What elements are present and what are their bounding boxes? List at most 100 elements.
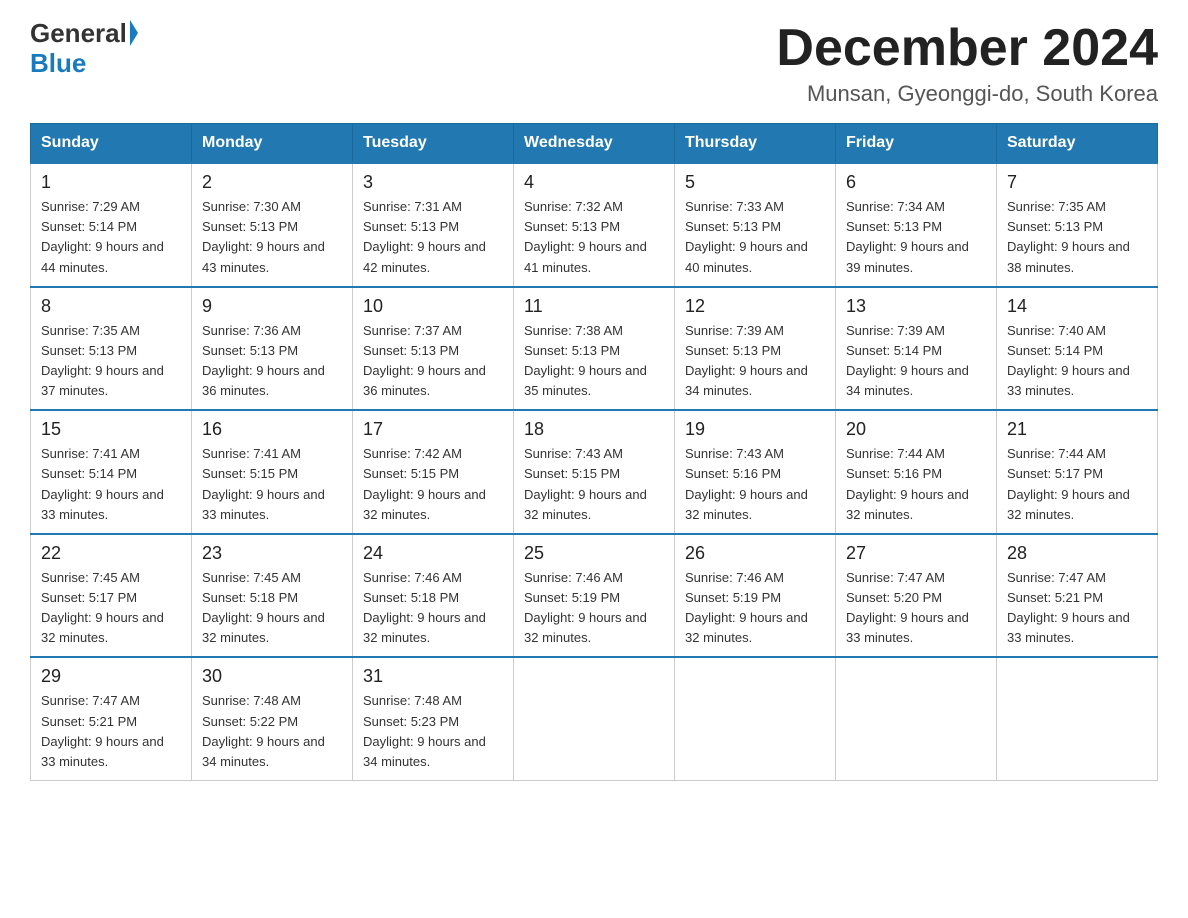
day-info: Sunrise: 7:41 AMSunset: 5:14 PMDaylight:… — [41, 446, 164, 521]
day-number: 7 — [1007, 172, 1147, 193]
day-cell: 17Sunrise: 7:42 AMSunset: 5:15 PMDayligh… — [353, 410, 514, 534]
day-number: 9 — [202, 296, 342, 317]
day-cell: 21Sunrise: 7:44 AMSunset: 5:17 PMDayligh… — [997, 410, 1158, 534]
day-info: Sunrise: 7:48 AMSunset: 5:23 PMDaylight:… — [363, 693, 486, 768]
calendar-title: December 2024 — [776, 20, 1158, 77]
day-cell: 27 Sunrise: 7:47 AMSunset: 5:20 PMDayligh… — [836, 534, 997, 658]
day-cell: 6 Sunrise: 7:34 AMSunset: 5:13 PMDaylight… — [836, 163, 997, 287]
day-number: 6 — [846, 172, 986, 193]
day-number: 2 — [202, 172, 342, 193]
day-number: 14 — [1007, 296, 1147, 317]
day-cell: 29Sunrise: 7:47 AMSunset: 5:21 PMDayligh… — [31, 657, 192, 780]
day-info: Sunrise: 7:32 AMSunset: 5:13 PMDaylight:… — [524, 199, 647, 274]
day-number: 11 — [524, 296, 664, 317]
day-cell: 10 Sunrise: 7:37 AMSunset: 5:13 PMDayligh… — [353, 287, 514, 411]
logo-general-text: General — [30, 20, 127, 46]
day-info: Sunrise: 7:43 AMSunset: 5:16 PMDaylight:… — [685, 446, 808, 521]
day-cell: 15Sunrise: 7:41 AMSunset: 5:14 PMDayligh… — [31, 410, 192, 534]
day-cell — [514, 657, 675, 780]
header-cell-monday: Monday — [192, 124, 353, 164]
day-cell: 26Sunrise: 7:46 AMSunset: 5:19 PMDayligh… — [675, 534, 836, 658]
day-number: 13 — [846, 296, 986, 317]
day-number: 30 — [202, 666, 342, 687]
day-number: 5 — [685, 172, 825, 193]
day-info: Sunrise: 7:45 AMSunset: 5:18 PMDaylight:… — [202, 570, 325, 645]
day-info: Sunrise: 7:45 AMSunset: 5:17 PMDaylight:… — [41, 570, 164, 645]
page-header: General Blue December 2024 Munsan, Gyeon… — [30, 20, 1158, 107]
header-cell-tuesday: Tuesday — [353, 124, 514, 164]
header-cell-sunday: Sunday — [31, 124, 192, 164]
day-cell: 8 Sunrise: 7:35 AMSunset: 5:13 PMDaylight… — [31, 287, 192, 411]
day-number: 21 — [1007, 419, 1147, 440]
day-info: Sunrise: 7:39 AMSunset: 5:13 PMDaylight:… — [685, 323, 808, 398]
day-cell: 20Sunrise: 7:44 AMSunset: 5:16 PMDayligh… — [836, 410, 997, 534]
day-number: 1 — [41, 172, 181, 193]
day-info: Sunrise: 7:35 AMSunset: 5:13 PMDaylight:… — [41, 323, 164, 398]
day-info: Sunrise: 7:43 AMSunset: 5:15 PMDaylight:… — [524, 446, 647, 521]
day-number: 8 — [41, 296, 181, 317]
day-cell: 9Sunrise: 7:36 AMSunset: 5:13 PMDaylight… — [192, 287, 353, 411]
calendar-header: SundayMondayTuesdayWednesdayThursdayFrid… — [31, 124, 1158, 164]
day-number: 28 — [1007, 543, 1147, 564]
header-cell-friday: Friday — [836, 124, 997, 164]
week-row-3: 15Sunrise: 7:41 AMSunset: 5:14 PMDayligh… — [31, 410, 1158, 534]
day-info: Sunrise: 7:31 AMSunset: 5:13 PMDaylight:… — [363, 199, 486, 274]
day-cell: 14 Sunrise: 7:40 AMSunset: 5:14 PMDayligh… — [997, 287, 1158, 411]
day-cell: 11 Sunrise: 7:38 AMSunset: 5:13 PMDayligh… — [514, 287, 675, 411]
day-cell — [675, 657, 836, 780]
day-info: Sunrise: 7:44 AMSunset: 5:16 PMDaylight:… — [846, 446, 969, 521]
day-info: Sunrise: 7:46 AMSunset: 5:19 PMDaylight:… — [524, 570, 647, 645]
day-info: Sunrise: 7:40 AMSunset: 5:14 PMDaylight:… — [1007, 323, 1130, 398]
calendar-body: 1 Sunrise: 7:29 AMSunset: 5:14 PMDaylight… — [31, 163, 1158, 780]
logo: General Blue — [30, 20, 138, 79]
day-info: Sunrise: 7:30 AMSunset: 5:13 PMDaylight:… — [202, 199, 325, 274]
day-cell: 16 Sunrise: 7:41 AMSunset: 5:15 PMDayligh… — [192, 410, 353, 534]
header-cell-thursday: Thursday — [675, 124, 836, 164]
day-cell: 13 Sunrise: 7:39 AMSunset: 5:14 PMDayligh… — [836, 287, 997, 411]
day-number: 23 — [202, 543, 342, 564]
day-number: 4 — [524, 172, 664, 193]
day-info: Sunrise: 7:42 AMSunset: 5:15 PMDaylight:… — [363, 446, 486, 521]
day-info: Sunrise: 7:37 AMSunset: 5:13 PMDaylight:… — [363, 323, 486, 398]
week-row-5: 29Sunrise: 7:47 AMSunset: 5:21 PMDayligh… — [31, 657, 1158, 780]
day-info: Sunrise: 7:39 AMSunset: 5:14 PMDaylight:… — [846, 323, 969, 398]
day-number: 3 — [363, 172, 503, 193]
day-info: Sunrise: 7:33 AMSunset: 5:13 PMDaylight:… — [685, 199, 808, 274]
day-info: Sunrise: 7:35 AMSunset: 5:13 PMDaylight:… — [1007, 199, 1130, 274]
day-info: Sunrise: 7:47 AMSunset: 5:21 PMDaylight:… — [41, 693, 164, 768]
calendar-table: SundayMondayTuesdayWednesdayThursdayFrid… — [30, 123, 1158, 781]
day-cell — [836, 657, 997, 780]
day-cell: 31Sunrise: 7:48 AMSunset: 5:23 PMDayligh… — [353, 657, 514, 780]
week-row-4: 22 Sunrise: 7:45 AMSunset: 5:17 PMDayligh… — [31, 534, 1158, 658]
day-cell: 22 Sunrise: 7:45 AMSunset: 5:17 PMDayligh… — [31, 534, 192, 658]
day-number: 18 — [524, 419, 664, 440]
day-cell: 24Sunrise: 7:46 AMSunset: 5:18 PMDayligh… — [353, 534, 514, 658]
day-info: Sunrise: 7:29 AMSunset: 5:14 PMDaylight:… — [41, 199, 164, 274]
day-cell: 25 Sunrise: 7:46 AMSunset: 5:19 PMDayligh… — [514, 534, 675, 658]
day-number: 16 — [202, 419, 342, 440]
day-cell: 2 Sunrise: 7:30 AMSunset: 5:13 PMDaylight… — [192, 163, 353, 287]
day-info: Sunrise: 7:34 AMSunset: 5:13 PMDaylight:… — [846, 199, 969, 274]
day-number: 12 — [685, 296, 825, 317]
header-cell-wednesday: Wednesday — [514, 124, 675, 164]
title-block: December 2024 Munsan, Gyeonggi-do, South… — [776, 20, 1158, 107]
day-info: Sunrise: 7:41 AMSunset: 5:15 PMDaylight:… — [202, 446, 325, 521]
day-number: 10 — [363, 296, 503, 317]
day-number: 25 — [524, 543, 664, 564]
logo-blue-text: Blue — [30, 48, 86, 79]
day-cell: 1 Sunrise: 7:29 AMSunset: 5:14 PMDaylight… — [31, 163, 192, 287]
day-info: Sunrise: 7:38 AMSunset: 5:13 PMDaylight:… — [524, 323, 647, 398]
day-cell: 4 Sunrise: 7:32 AMSunset: 5:13 PMDaylight… — [514, 163, 675, 287]
logo-triangle-icon — [130, 20, 138, 46]
day-cell: 3 Sunrise: 7:31 AMSunset: 5:13 PMDaylight… — [353, 163, 514, 287]
day-number: 22 — [41, 543, 181, 564]
day-info: Sunrise: 7:47 AMSunset: 5:21 PMDaylight:… — [1007, 570, 1130, 645]
day-cell: 19Sunrise: 7:43 AMSunset: 5:16 PMDayligh… — [675, 410, 836, 534]
day-info: Sunrise: 7:47 AMSunset: 5:20 PMDaylight:… — [846, 570, 969, 645]
day-number: 27 — [846, 543, 986, 564]
day-number: 26 — [685, 543, 825, 564]
calendar-subtitle: Munsan, Gyeonggi-do, South Korea — [776, 81, 1158, 107]
day-info: Sunrise: 7:48 AMSunset: 5:22 PMDaylight:… — [202, 693, 325, 768]
day-cell: 30 Sunrise: 7:48 AMSunset: 5:22 PMDayligh… — [192, 657, 353, 780]
day-cell: 7 Sunrise: 7:35 AMSunset: 5:13 PMDaylight… — [997, 163, 1158, 287]
